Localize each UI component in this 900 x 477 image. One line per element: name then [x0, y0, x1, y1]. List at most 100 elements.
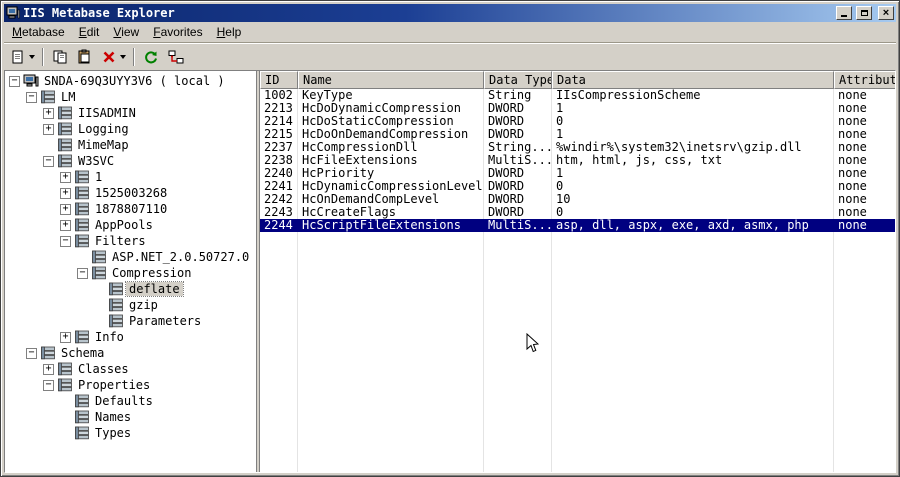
table-cell: [484, 323, 552, 336]
collapse-icon[interactable]: −: [43, 379, 54, 391]
table-cell: [484, 284, 552, 297]
tree-node-names[interactable]: Names: [5, 409, 256, 425]
column-header-attributes[interactable]: Attributes: [834, 71, 895, 89]
app-icon[interactable]: [6, 6, 20, 20]
collapse-icon[interactable]: −: [26, 91, 37, 103]
tree-node-classes[interactable]: + Classes: [5, 361, 256, 377]
tree-node-apppools[interactable]: + AppPools: [5, 217, 256, 233]
record-stack-icon: [74, 410, 92, 424]
menu-item-metabase[interactable]: Metabase: [5, 23, 72, 41]
table-cell: [298, 466, 484, 472]
tree-node-schema[interactable]: − Schema: [5, 345, 256, 361]
column-header-name[interactable]: Name: [298, 71, 484, 89]
new-record-button[interactable]: [7, 46, 38, 68]
tree-node-snda-69q3uyy3v6-local[interactable]: − SNDA-69Q3UYY3V6 ( local ): [5, 73, 256, 89]
maximize-button[interactable]: [856, 6, 872, 20]
tree-node-parameters[interactable]: Parameters: [5, 313, 256, 329]
table-empty-row: [260, 414, 895, 427]
table-row[interactable]: 2242 HcOnDemandCompLevel DWORD 10 none: [260, 193, 895, 206]
connect-button[interactable]: [164, 46, 188, 68]
column-header-data[interactable]: Data: [552, 71, 834, 89]
tree-node-iisadmin[interactable]: + IISADMIN: [5, 105, 256, 121]
table-row[interactable]: 2214 HcDoStaticCompression DWORD 0 none: [260, 115, 895, 128]
tree-node-logging[interactable]: + Logging: [5, 121, 256, 137]
table-cell: [298, 440, 484, 453]
table-cell: [298, 310, 484, 323]
tree-node-label: MimeMap: [78, 138, 129, 152]
collapse-icon[interactable]: −: [9, 75, 20, 87]
tree-node-label: 1525003268: [95, 186, 168, 200]
tree-node-lm[interactable]: − LM: [5, 89, 256, 105]
collapse-icon[interactable]: −: [26, 347, 37, 359]
column-header-id[interactable]: ID: [260, 71, 298, 89]
table-cell: [834, 375, 895, 388]
tree-node-deflate[interactable]: deflate: [5, 281, 256, 297]
refresh-button[interactable]: [139, 46, 163, 68]
menu-item-view[interactable]: View: [106, 23, 146, 41]
expand-icon[interactable]: +: [60, 219, 71, 231]
paste-button[interactable]: [73, 46, 97, 68]
table-cell: 0: [552, 206, 834, 219]
table-cell: [484, 453, 552, 466]
expand-icon[interactable]: +: [60, 171, 71, 183]
expand-icon[interactable]: +: [60, 331, 71, 343]
table-row[interactable]: 1002 KeyType String IIsCompressionScheme non…: [260, 89, 895, 102]
close-button[interactable]: ×: [878, 6, 894, 20]
tree-node-properties[interactable]: − Properties: [5, 377, 256, 393]
expand-icon[interactable]: +: [43, 123, 54, 135]
table-row[interactable]: 2238 HcFileExtensions MultiS... htm, html, …: [260, 154, 895, 167]
table-cell: [260, 440, 298, 453]
table-row[interactable]: 2243 HcCreateFlags DWORD 0 none: [260, 206, 895, 219]
tree-node-w3svc[interactable]: − W3SVC: [5, 153, 256, 169]
table-row[interactable]: 2215 HcDoOnDemandCompression DWORD 1 none: [260, 128, 895, 141]
table-cell: DWORD: [484, 180, 552, 193]
table-cell: MultiS...: [484, 219, 552, 232]
collapse-icon[interactable]: −: [43, 155, 54, 167]
table-cell: [834, 232, 895, 245]
tree-node-compression[interactable]: − Compression: [5, 265, 256, 281]
tree-node-1878807110[interactable]: +1878807110: [5, 201, 256, 217]
table-row[interactable]: 2244 HcScriptFileExtensions MultiS... asp, …: [260, 219, 895, 232]
table-cell: HcScriptFileExtensions: [298, 219, 484, 232]
title-bar[interactable]: IIS Metabase Explorer ×: [4, 4, 896, 22]
menu-item-edit[interactable]: Edit: [72, 23, 107, 41]
table-row[interactable]: 2241 HcDynamicCompressionLevel DWORD 0 none: [260, 180, 895, 193]
tree-node-filters[interactable]: − Filters: [5, 233, 256, 249]
table-cell: [552, 362, 834, 375]
tree-node-defaults[interactable]: Defaults: [5, 393, 256, 409]
expand-icon[interactable]: +: [60, 187, 71, 199]
minimize-button[interactable]: [836, 6, 852, 20]
collapse-icon[interactable]: −: [60, 235, 71, 247]
delete-button[interactable]: [98, 46, 129, 68]
table-cell: DWORD: [484, 193, 552, 206]
table-cell: [834, 388, 895, 401]
table-cell: [298, 362, 484, 375]
tree-node-mimemap[interactable]: MimeMap: [5, 137, 256, 153]
tree-node-1[interactable]: +1: [5, 169, 256, 185]
table-empty-row: [260, 323, 895, 336]
table-cell: [552, 271, 834, 284]
tree-node-info[interactable]: + Info: [5, 329, 256, 345]
menu-item-help[interactable]: Help: [210, 23, 249, 41]
expand-icon[interactable]: +: [43, 107, 54, 119]
tree-node-types[interactable]: Types: [5, 425, 256, 441]
tree-node-label: Info: [95, 330, 124, 344]
tree-node-asp-net-2-0-50727-0[interactable]: ASP.NET_2.0.50727.0: [5, 249, 256, 265]
tree-node-gzip[interactable]: gzip: [5, 297, 256, 313]
expand-icon[interactable]: +: [43, 363, 54, 375]
menu-item-favorites[interactable]: Favorites: [146, 23, 209, 41]
table-row[interactable]: 2213 HcDoDynamicCompression DWORD 1 none: [260, 102, 895, 115]
expand-icon[interactable]: +: [60, 203, 71, 215]
column-header-data-type[interactable]: Data Type: [484, 71, 552, 89]
copy-button[interactable]: [48, 46, 72, 68]
table-row[interactable]: 2240 HcPriority DWORD 1 none: [260, 167, 895, 180]
new-record-icon: [10, 49, 26, 65]
tree-node-1525003268[interactable]: +1525003268: [5, 185, 256, 201]
table-cell: none: [838, 89, 867, 102]
table-row[interactable]: 2237 HcCompressionDll String... %windir%\sy…: [260, 141, 895, 154]
table-cell: [260, 401, 298, 414]
collapse-icon[interactable]: −: [77, 267, 88, 279]
